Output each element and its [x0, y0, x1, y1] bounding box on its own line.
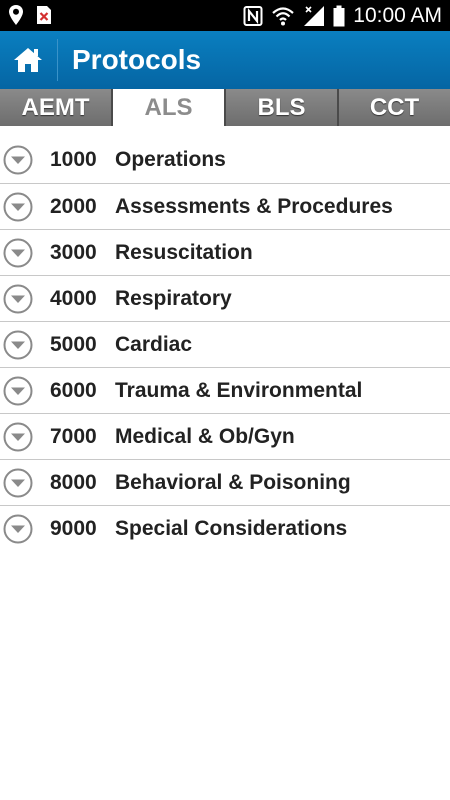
protocol-code: 8000 — [50, 470, 97, 494]
protocol-name: Trauma & Environmental — [115, 378, 363, 402]
chevron-down-icon[interactable] — [3, 514, 33, 544]
protocol-name: Assessments & Procedures — [115, 194, 393, 218]
list-item[interactable]: 8000 Behavioral & Poisoning — [0, 460, 450, 506]
chevron-down-icon[interactable] — [3, 192, 33, 222]
wifi-icon — [272, 6, 295, 25]
list-item[interactable]: 6000 Trauma & Environmental — [0, 368, 450, 414]
list-item[interactable]: 2000 Assessments & Procedures — [0, 184, 450, 230]
list-item[interactable]: 5000 Cardiac — [0, 322, 450, 368]
home-icon — [14, 48, 42, 72]
status-time: 10:00 AM — [353, 4, 442, 27]
protocol-code: 9000 — [50, 517, 97, 540]
tab-bar: AEMT ALS BLS CCT — [0, 89, 450, 126]
chevron-down-icon[interactable] — [3, 145, 33, 175]
battery-icon — [333, 5, 345, 26]
protocol-name: Cardiac — [115, 332, 193, 356]
chevron-down-icon[interactable] — [3, 376, 33, 406]
status-bar: 10:00 AM — [0, 0, 450, 31]
location-icon — [9, 5, 23, 25]
app-bar: Protocols — [0, 31, 450, 89]
protocol-name: Resuscitation — [115, 240, 253, 264]
home-button[interactable] — [0, 31, 56, 89]
protocol-code: 7000 — [50, 424, 97, 448]
signal-icon — [304, 5, 325, 26]
protocol-code: 4000 — [50, 286, 97, 310]
nfc-icon — [243, 5, 263, 26]
status-left — [8, 4, 52, 26]
page-title: Protocols — [72, 44, 202, 75]
protocol-name: Special Considerations — [115, 517, 348, 540]
list-item[interactable]: 7000 Medical & Ob/Gyn — [0, 414, 450, 460]
protocol-code: 3000 — [50, 240, 97, 264]
tab-cct[interactable]: CCT — [339, 89, 450, 126]
chevron-down-icon[interactable] — [3, 238, 33, 268]
chevron-down-icon[interactable] — [3, 468, 33, 498]
protocol-list: 1000 Operations 2000 Assessments & Proce… — [0, 136, 450, 552]
tab-aemt[interactable]: AEMT — [0, 89, 113, 126]
protocol-code: 5000 — [50, 332, 97, 356]
app-bar-divider — [57, 39, 58, 81]
list-item[interactable]: 4000 Respiratory — [0, 276, 450, 322]
status-right: 10:00 AM — [243, 3, 442, 28]
protocol-name: Respiratory — [115, 286, 232, 310]
protocol-name: Medical & Ob/Gyn — [115, 424, 295, 448]
chevron-down-icon[interactable] — [3, 422, 33, 452]
tab-bls[interactable]: BLS — [226, 89, 339, 126]
list-item[interactable]: 1000 Operations — [0, 136, 450, 184]
notification-icon — [37, 6, 51, 24]
protocol-code: 6000 — [50, 378, 97, 402]
chevron-down-icon[interactable] — [3, 284, 33, 314]
tab-als[interactable]: ALS — [113, 89, 226, 126]
list-item[interactable]: 9000 Special Considerations — [0, 506, 450, 552]
list-item[interactable]: 3000 Resuscitation — [0, 230, 450, 276]
protocol-name: Operations — [115, 147, 226, 171]
protocol-code: 1000 — [50, 147, 97, 171]
chevron-down-icon[interactable] — [3, 330, 33, 360]
protocol-name: Behavioral & Poisoning — [115, 470, 351, 494]
protocol-code: 2000 — [50, 194, 97, 218]
